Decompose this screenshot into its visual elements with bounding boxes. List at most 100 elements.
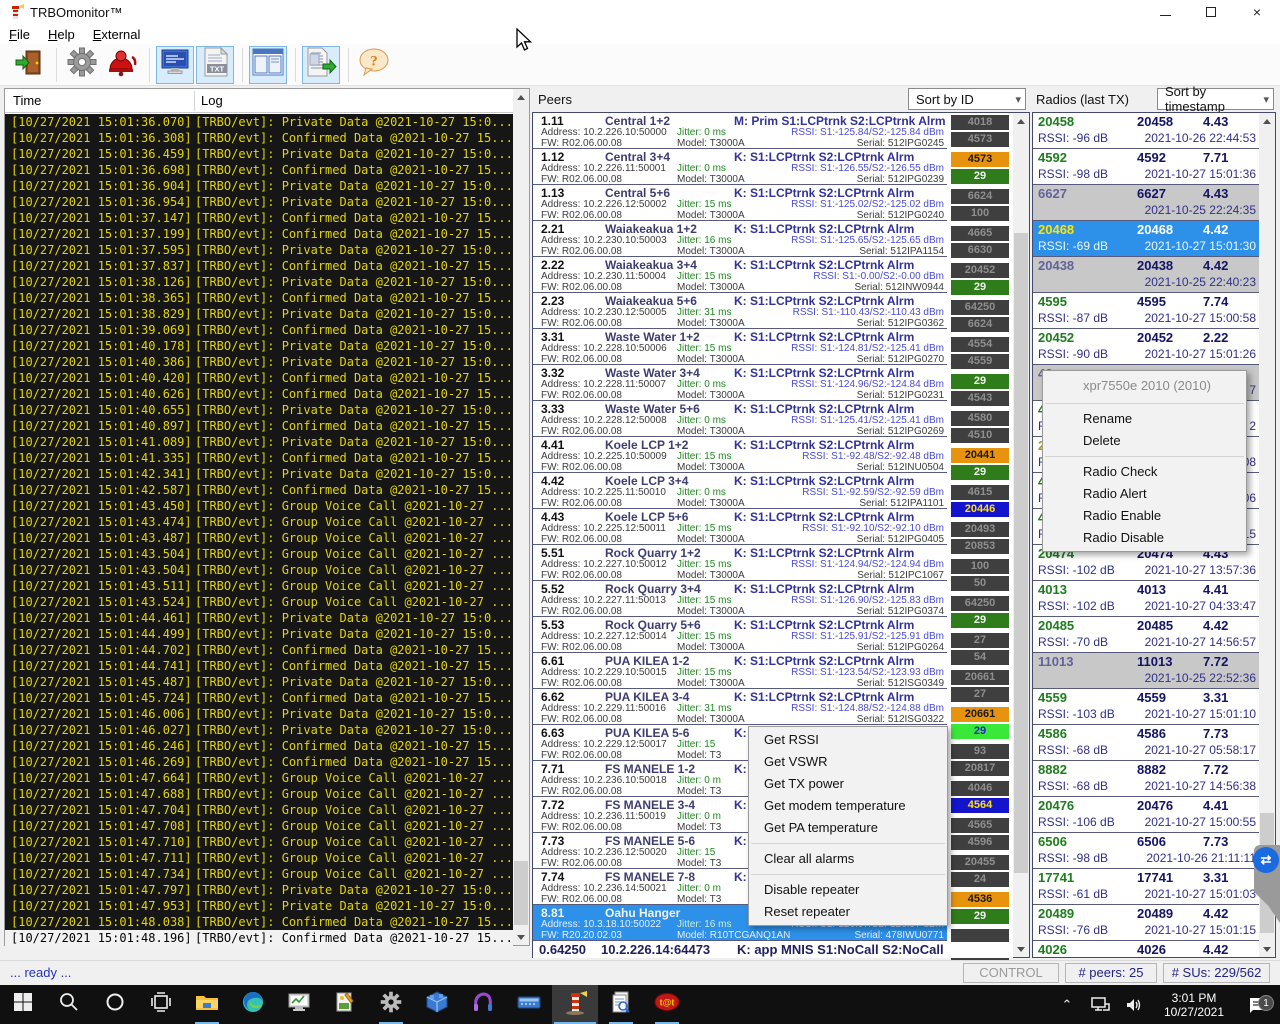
peer-row[interactable]: 4.41Koele LCP 1+2K: S1:LCPtrnk S2:LCPtrn… [533, 437, 947, 473]
log-row[interactable]: [10/27/2021 15:01:44.461][TRBO/evt]: Pri… [5, 610, 513, 626]
radio-row[interactable]: 459545957.74RSSI: -87 dB2021-10-27 15:00… [1033, 293, 1259, 329]
log-row[interactable]: [10/27/2021 15:01:38.126][TRBO/evt]: Pri… [5, 274, 513, 290]
log-row[interactable]: [10/27/2021 15:01:47.704][TRBO/evt]: Gro… [5, 802, 513, 818]
log-row[interactable]: [10/27/2021 15:01:47.953][TRBO/evt]: Pri… [5, 898, 513, 914]
log-row[interactable]: [10/27/2021 15:01:47.734][TRBO/evt]: Gro… [5, 866, 513, 882]
log-row[interactable]: [10/27/2021 15:01:38.829][TRBO/evt]: Pri… [5, 306, 513, 322]
context-menu-item-clear-all-alarms[interactable]: Clear all alarms [749, 848, 947, 870]
radio-row[interactable]: 20458204584.43RSSI: -96 dB2021-10-26 22:… [1033, 113, 1259, 149]
radio-row[interactable]: 888288827.72RSSI: -68 dB2021-10-27 14:56… [1033, 761, 1259, 797]
taskbar-headset-app-icon[interactable] [460, 985, 506, 1024]
context-menu-item-radio-enable[interactable]: Radio Enable [1043, 505, 1246, 527]
radio-row[interactable]: 20489204894.42RSSI: -76 dB2021-10-27 15:… [1033, 905, 1259, 941]
peer-row[interactable]: 3.31Waste Water 1+2K: S1:LCPtrnk S2:LCPt… [533, 329, 947, 365]
radios-sort-dropdown[interactable]: Sort by timestamp ▾ [1157, 88, 1274, 110]
log-row[interactable]: [10/27/2021 15:01:36.904][TRBO/evt]: Pri… [5, 178, 513, 194]
log-row[interactable]: [10/27/2021 15:01:42.341][TRBO/evt]: Pri… [5, 466, 513, 482]
context-menu-item-get-vswr[interactable]: Get VSWR [749, 751, 947, 773]
log-row[interactable]: [10/27/2021 15:01:40.178][TRBO/evt]: Pri… [5, 338, 513, 354]
peers-scroll-thumb[interactable] [1014, 233, 1028, 873]
radio-row[interactable]: 402640264.42 [1033, 941, 1259, 957]
taskbar-edge-browser-icon[interactable] [230, 985, 276, 1024]
log-row[interactable]: [10/27/2021 15:01:44.499][TRBO/evt]: Pri… [5, 626, 513, 642]
tray-chevron-up-icon[interactable]: ⌃ [1050, 997, 1084, 1013]
log-scroll-up[interactable] [513, 89, 529, 105]
peers-scrollbar[interactable] [1013, 113, 1029, 957]
radio-row[interactable]: 662766274.432021-10-25 22:24:35 [1033, 185, 1259, 221]
toolbar-button-split-view[interactable] [249, 46, 287, 84]
taskbar-cortana-icon[interactable] [92, 985, 138, 1024]
log-row[interactable]: [10/27/2021 15:01:45.487][TRBO/evt]: Pri… [5, 674, 513, 690]
taskbar-performance-monitor-icon[interactable] [276, 985, 322, 1024]
taskbar-task-view-icon[interactable] [138, 985, 184, 1024]
log-row[interactable]: [10/27/2021 15:01:36.698][TRBO/evt]: Con… [5, 162, 513, 178]
log-row[interactable]: [10/27/2021 15:01:43.504][TRBO/evt]: Gro… [5, 546, 513, 562]
peers-sort-dropdown[interactable]: Sort by ID ▾ [908, 88, 1026, 110]
peer-row[interactable]: 1.12Central 3+4K: S1:LCPtrnk S2:LCPtrnk … [533, 149, 947, 185]
log-row[interactable]: [10/27/2021 15:01:39.069][TRBO/evt]: Con… [5, 322, 513, 338]
radios-scroll-up[interactable] [1259, 113, 1275, 129]
radio-row[interactable]: 401340134.41RSSI: -102 dB2021-10-27 04:3… [1033, 581, 1259, 617]
peer-row[interactable]: 5.53Rock Quarry 5+6K: S1:LCPtrnk S2:LCPt… [533, 617, 947, 653]
menubar-item-external[interactable]: External [84, 26, 150, 43]
toolbar-button-monitor-log[interactable] [156, 46, 194, 84]
menubar-item-help[interactable]: Help [39, 26, 84, 43]
context-menu-item-radio-disable[interactable]: Radio Disable [1043, 527, 1246, 549]
peer-row[interactable]: 2.21Waiakeakua 1+2K: S1:LCPtrnk S2:LCPtr… [533, 221, 947, 257]
log-scroll-down[interactable] [513, 929, 529, 945]
taskbar-log-viewer-icon[interactable] [598, 985, 644, 1024]
toolbar-button-alarm-bell[interactable] [103, 46, 141, 84]
radios-scroll-down[interactable] [1259, 941, 1275, 957]
taskbar-cube-app-icon[interactable] [414, 985, 460, 1024]
peer-row[interactable]: 5.51Rock Quarry 1+2K: S1:LCPtrnk S2:LCPt… [533, 545, 947, 581]
maximize-button[interactable] [1188, 0, 1234, 24]
log-row[interactable]: [10/27/2021 15:01:48.038][TRBO/evt]: Con… [5, 914, 513, 930]
radio-row[interactable]: 20438204384.422021-10-25 22:40:23 [1033, 257, 1259, 293]
log-row[interactable]: [10/27/2021 15:01:40.897][TRBO/evt]: Con… [5, 418, 513, 434]
peer-row[interactable]: 3.33Waste Water 5+6K: S1:LCPtrnk S2:LCPt… [533, 401, 947, 437]
radio-row[interactable]: 459245927.71RSSI: -98 dB2021-10-27 15:01… [1033, 149, 1259, 185]
radio-row[interactable]: 650665067.73RSSI: -98 dB2021-10-26 21:11… [1033, 833, 1259, 869]
network-icon[interactable] [1084, 997, 1118, 1013]
log-row[interactable]: [10/27/2021 15:01:37.199][TRBO/evt]: Con… [5, 226, 513, 242]
context-menu-item-get-tx-power[interactable]: Get TX power [749, 773, 947, 795]
log-row[interactable]: [10/27/2021 15:01:42.587][TRBO/evt]: Con… [5, 482, 513, 498]
log-row[interactable]: [10/27/2021 15:01:48.196][TRBO/evt]: Con… [5, 930, 513, 946]
peer-row[interactable]: 3.32Waste Water 3+4K: S1:LCPtrnk S2:LCPt… [533, 365, 947, 401]
peer-row[interactable]: 6.61PUA KILEA 1-2K: S1:LCPtrnk S2:LCPtrn… [533, 653, 947, 689]
peers-bottom-row[interactable]: 0.64250 10.2.226.14:64473 K: app MNIS S1… [533, 942, 1013, 958]
toolbar-button-exit-door[interactable] [10, 46, 48, 84]
log-row[interactable]: [10/27/2021 15:01:46.027][TRBO/evt]: Pri… [5, 722, 513, 738]
log-row[interactable]: [10/27/2021 15:01:43.474][TRBO/evt]: Gro… [5, 514, 513, 530]
log-scroll-thumb[interactable] [514, 861, 528, 925]
peers-scroll-up[interactable] [1013, 113, 1029, 129]
radio-row[interactable]: 458645867.73RSSI: -68 dB2021-10-27 05:58… [1033, 725, 1259, 761]
taskbar-keyboard-app-icon[interactable] [506, 985, 552, 1024]
close-button[interactable]: × [1234, 0, 1280, 24]
context-menu-item-get-pa-temperature[interactable]: Get PA temperature [749, 817, 947, 839]
log-row[interactable]: [10/27/2021 15:01:43.524][TRBO/evt]: Gro… [5, 594, 513, 610]
context-menu-item-disable-repeater[interactable]: Disable repeater [749, 879, 947, 901]
taskbar-trbomonitor-lighthouse-icon[interactable] [552, 985, 598, 1024]
context-menu-item-radio-check[interactable]: Radio Check [1043, 461, 1246, 483]
radio-row[interactable]: 20476204764.41RSSI: -106 dB2021-10-27 15… [1033, 797, 1259, 833]
log-row[interactable]: [10/27/2021 15:01:36.954][TRBO/evt]: Pri… [5, 194, 513, 210]
radio-row[interactable]: 17741177413.31RSSI: -61 dB2021-10-27 15:… [1033, 869, 1259, 905]
context-menu-item-rename[interactable]: Rename [1043, 408, 1246, 430]
radio-row[interactable]: 20468204684.42RSSI: -69 dB2021-10-27 15:… [1033, 221, 1259, 257]
radio-row[interactable]: 455945593.31RSSI: -103 dB2021-10-27 15:0… [1033, 689, 1259, 725]
log-row[interactable]: [10/27/2021 15:01:40.655][TRBO/evt]: Pri… [5, 402, 513, 418]
radio-row[interactable]: 20452204522.22RSSI: -90 dB2021-10-27 15:… [1033, 329, 1259, 365]
log-row[interactable]: [10/27/2021 15:01:47.797][TRBO/evt]: Pri… [5, 882, 513, 898]
taskbar-file-explorer-icon[interactable] [184, 985, 230, 1024]
toolbar-button-help-bubble[interactable]: ? [355, 46, 393, 84]
log-row[interactable]: [10/27/2021 15:01:47.688][TRBO/evt]: Gro… [5, 786, 513, 802]
radio-row[interactable]: 20485204854.42RSSI: -70 dB2021-10-27 14:… [1033, 617, 1259, 653]
taskbar-settings-gear-icon[interactable] [368, 985, 414, 1024]
speaker-icon[interactable] [1118, 997, 1152, 1013]
log-row[interactable]: [10/27/2021 15:01:36.070][TRBO/evt]: Pri… [5, 114, 513, 130]
toolbar-button-export-report[interactable] [302, 46, 340, 84]
log-row[interactable]: [10/27/2021 15:01:47.708][TRBO/evt]: Gro… [5, 818, 513, 834]
taskbar-start-icon[interactable] [0, 985, 46, 1024]
log-row[interactable]: [10/27/2021 15:01:43.504][TRBO/evt]: Gro… [5, 562, 513, 578]
